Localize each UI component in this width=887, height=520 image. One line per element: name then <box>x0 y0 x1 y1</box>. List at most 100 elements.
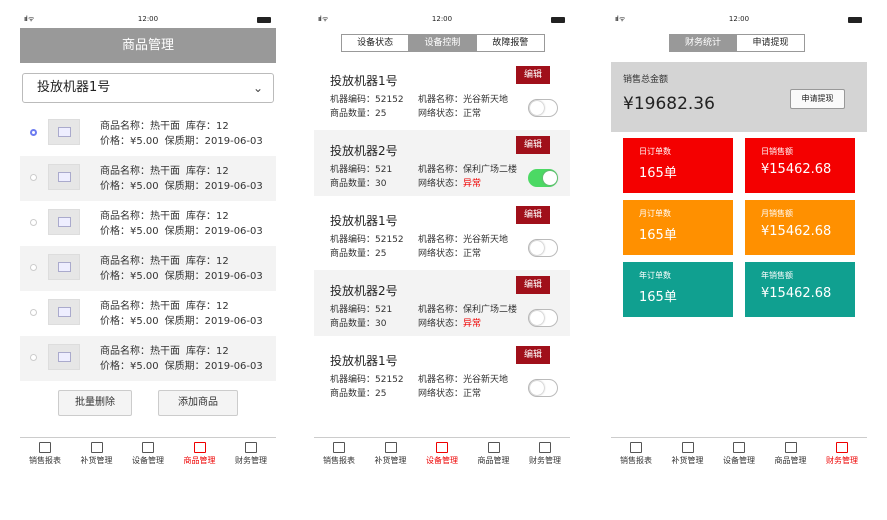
tab-chart[interactable]: 销售报表 <box>611 442 661 466</box>
phone-product-management: ııl ᯤ 12:00 商品管理 投放机器1号 ⌄ 商品名称：热干面 库存：12 价… <box>20 12 276 472</box>
tab-device[interactable]: 设备管理 <box>417 442 467 466</box>
restock-icon <box>681 442 694 453</box>
stat-card: 日销售额 ¥15462.68 <box>745 138 855 193</box>
product-name: 商品名称：热干面 <box>100 166 180 177</box>
batch-delete-button[interactable]: 批量删除 <box>58 390 132 416</box>
select-radio[interactable] <box>30 264 37 271</box>
tab-finance[interactable]: 财务管理 <box>817 442 867 466</box>
tab-restock[interactable]: 补货管理 <box>366 442 416 466</box>
power-toggle[interactable] <box>528 239 558 257</box>
tab-product[interactable]: 商品管理 <box>469 442 519 466</box>
product-thumbnail <box>48 209 80 235</box>
product-info: 商品名称：热干面 库存：12 价格：¥5.00 保质期：2019-06-03 <box>100 299 269 329</box>
tab-device[interactable]: 设备管理 <box>123 442 173 466</box>
select-radio[interactable] <box>30 129 37 136</box>
edit-button[interactable]: 编辑 <box>516 136 550 154</box>
device-network: 网络状态：正常 <box>418 106 481 119</box>
tab-label: 财务管理 <box>529 456 561 465</box>
device-card: 投放机器1号 编辑 机器编码：52152 机器名称：光谷新天地 商品数量：25 网络状态：… <box>314 200 570 266</box>
segment-tab[interactable]: 申请提现 <box>737 35 804 51</box>
status-time: 12:00 <box>728 15 750 23</box>
select-radio[interactable] <box>30 219 37 226</box>
stat-value: ¥15462.68 <box>761 162 832 177</box>
product-row[interactable]: 商品名称：热干面 库存：12 价格：¥5.00 保质期：2019-06-03 <box>20 111 276 156</box>
image-icon <box>58 262 71 272</box>
device-code: 机器编码：52152 <box>330 235 404 245</box>
battery-icon <box>551 17 565 23</box>
chart-icon <box>333 442 345 453</box>
edit-button[interactable]: 编辑 <box>516 206 550 224</box>
product-row[interactable]: 商品名称：热干面 库存：12 价格：¥5.00 保质期：2019-06-03 <box>20 156 276 201</box>
select-radio[interactable] <box>30 309 37 316</box>
product-info: 商品名称：热干面 库存：12 价格：¥5.00 保质期：2019-06-03 <box>100 164 269 194</box>
tab-finance[interactable]: 财务管理 <box>520 442 570 466</box>
add-product-button[interactable]: 添加商品 <box>158 390 238 416</box>
product-row[interactable]: 商品名称：热干面 库存：12 价格：¥5.00 保质期：2019-06-03 <box>20 246 276 291</box>
select-radio[interactable] <box>30 174 37 181</box>
device-network: 网络状态：异常 <box>418 176 481 189</box>
tab-label: 补货管理 <box>374 456 407 465</box>
product-info: 商品名称：热干面 库存：12 价格：¥5.00 保质期：2019-06-03 <box>100 119 269 149</box>
tab-device[interactable]: 设备管理 <box>714 442 764 466</box>
product-row[interactable]: 商品名称：热干面 库存：12 价格：¥5.00 保质期：2019-06-03 <box>20 336 276 381</box>
stat-label: 月销售额 <box>761 209 793 218</box>
device-card: 投放机器2号 编辑 机器编码：521 机器名称：保利广场二楼 商品数量：30 网络状态：异… <box>314 270 570 336</box>
restock-icon <box>384 442 397 453</box>
product-stock: 库存：12 <box>186 166 229 177</box>
product-row[interactable]: 商品名称：热干面 库存：12 价格：¥5.00 保质期：2019-06-03 <box>20 291 276 336</box>
power-toggle[interactable] <box>528 379 558 397</box>
stat-label: 日销售额 <box>761 147 793 156</box>
device-place: 机器名称：光谷新天地 <box>418 235 509 245</box>
product-row[interactable]: 商品名称：热干面 库存：12 价格：¥5.00 保质期：2019-06-03 <box>20 201 276 246</box>
product-thumbnail <box>48 299 80 325</box>
power-toggle[interactable] <box>528 99 558 117</box>
network-label: 网络状态： <box>418 249 464 259</box>
device-name: 投放机器1号 <box>330 214 398 228</box>
machine-select[interactable]: 投放机器1号 ⌄ <box>22 73 274 103</box>
product-expiry: 保质期：2019-06-03 <box>164 361 263 372</box>
tab-restock[interactable]: 补货管理 <box>663 442 713 466</box>
tab-label: 销售报表 <box>323 456 355 465</box>
bottom-tab-bar: 销售报表 补货管理 设备管理 商品管理 财务管理 <box>314 437 570 475</box>
select-radio[interactable] <box>30 354 37 361</box>
power-toggle[interactable] <box>528 169 558 187</box>
tab-chart[interactable]: 销售报表 <box>314 442 364 466</box>
total-label: 销售总金额 <box>623 75 669 85</box>
device-count: 商品数量：30 <box>330 319 387 329</box>
segment-tab[interactable]: 设备状态 <box>342 35 410 51</box>
stat-card: 年销售额 ¥15462.68 <box>745 262 855 317</box>
segment-tab[interactable]: 财务统计 <box>670 35 737 51</box>
product-line-2: 价格：¥5.00 保质期：2019-06-03 <box>100 134 269 149</box>
stat-label: 日订单数 <box>639 147 671 156</box>
image-icon <box>58 352 71 362</box>
stat-card: 日订单数 165单 <box>623 138 733 193</box>
product-line-2: 价格：¥5.00 保质期：2019-06-03 <box>100 224 269 239</box>
segment-tab[interactable]: 故障报警 <box>476 35 545 51</box>
product-price: 价格：¥5.00 <box>100 316 159 327</box>
tab-chart[interactable]: 销售报表 <box>20 442 70 466</box>
product-line-2: 价格：¥5.00 保质期：2019-06-03 <box>100 359 269 374</box>
product-name: 商品名称：热干面 <box>100 211 180 222</box>
product-name: 商品名称：热干面 <box>100 346 180 357</box>
product-thumbnail <box>48 119 80 145</box>
tab-label: 商品管理 <box>183 456 216 465</box>
product-thumbnail <box>48 164 80 190</box>
toggle-knob <box>530 241 544 255</box>
edit-button[interactable]: 编辑 <box>516 66 550 84</box>
tab-product[interactable]: 商品管理 <box>766 442 816 466</box>
device-name: 投放机器2号 <box>330 284 398 298</box>
edit-button[interactable]: 编辑 <box>516 346 550 364</box>
product-line-1: 商品名称：热干面 库存：12 <box>100 119 269 134</box>
segment-tab[interactable]: 设备控制 <box>409 35 477 51</box>
stat-card: 年订单数 165单 <box>623 262 733 317</box>
toggle-knob <box>530 381 544 395</box>
tab-finance[interactable]: 财务管理 <box>226 442 276 466</box>
power-toggle[interactable] <box>528 309 558 327</box>
tab-product[interactable]: 商品管理 <box>175 442 225 466</box>
tab-label: 补货管理 <box>671 456 704 465</box>
product-line-2: 价格：¥5.00 保质期：2019-06-03 <box>100 269 269 284</box>
chevron-down-icon: ⌄ <box>252 81 263 95</box>
withdraw-button[interactable]: 申请提现 <box>790 89 845 109</box>
edit-button[interactable]: 编辑 <box>516 276 550 294</box>
tab-restock[interactable]: 补货管理 <box>72 442 122 466</box>
